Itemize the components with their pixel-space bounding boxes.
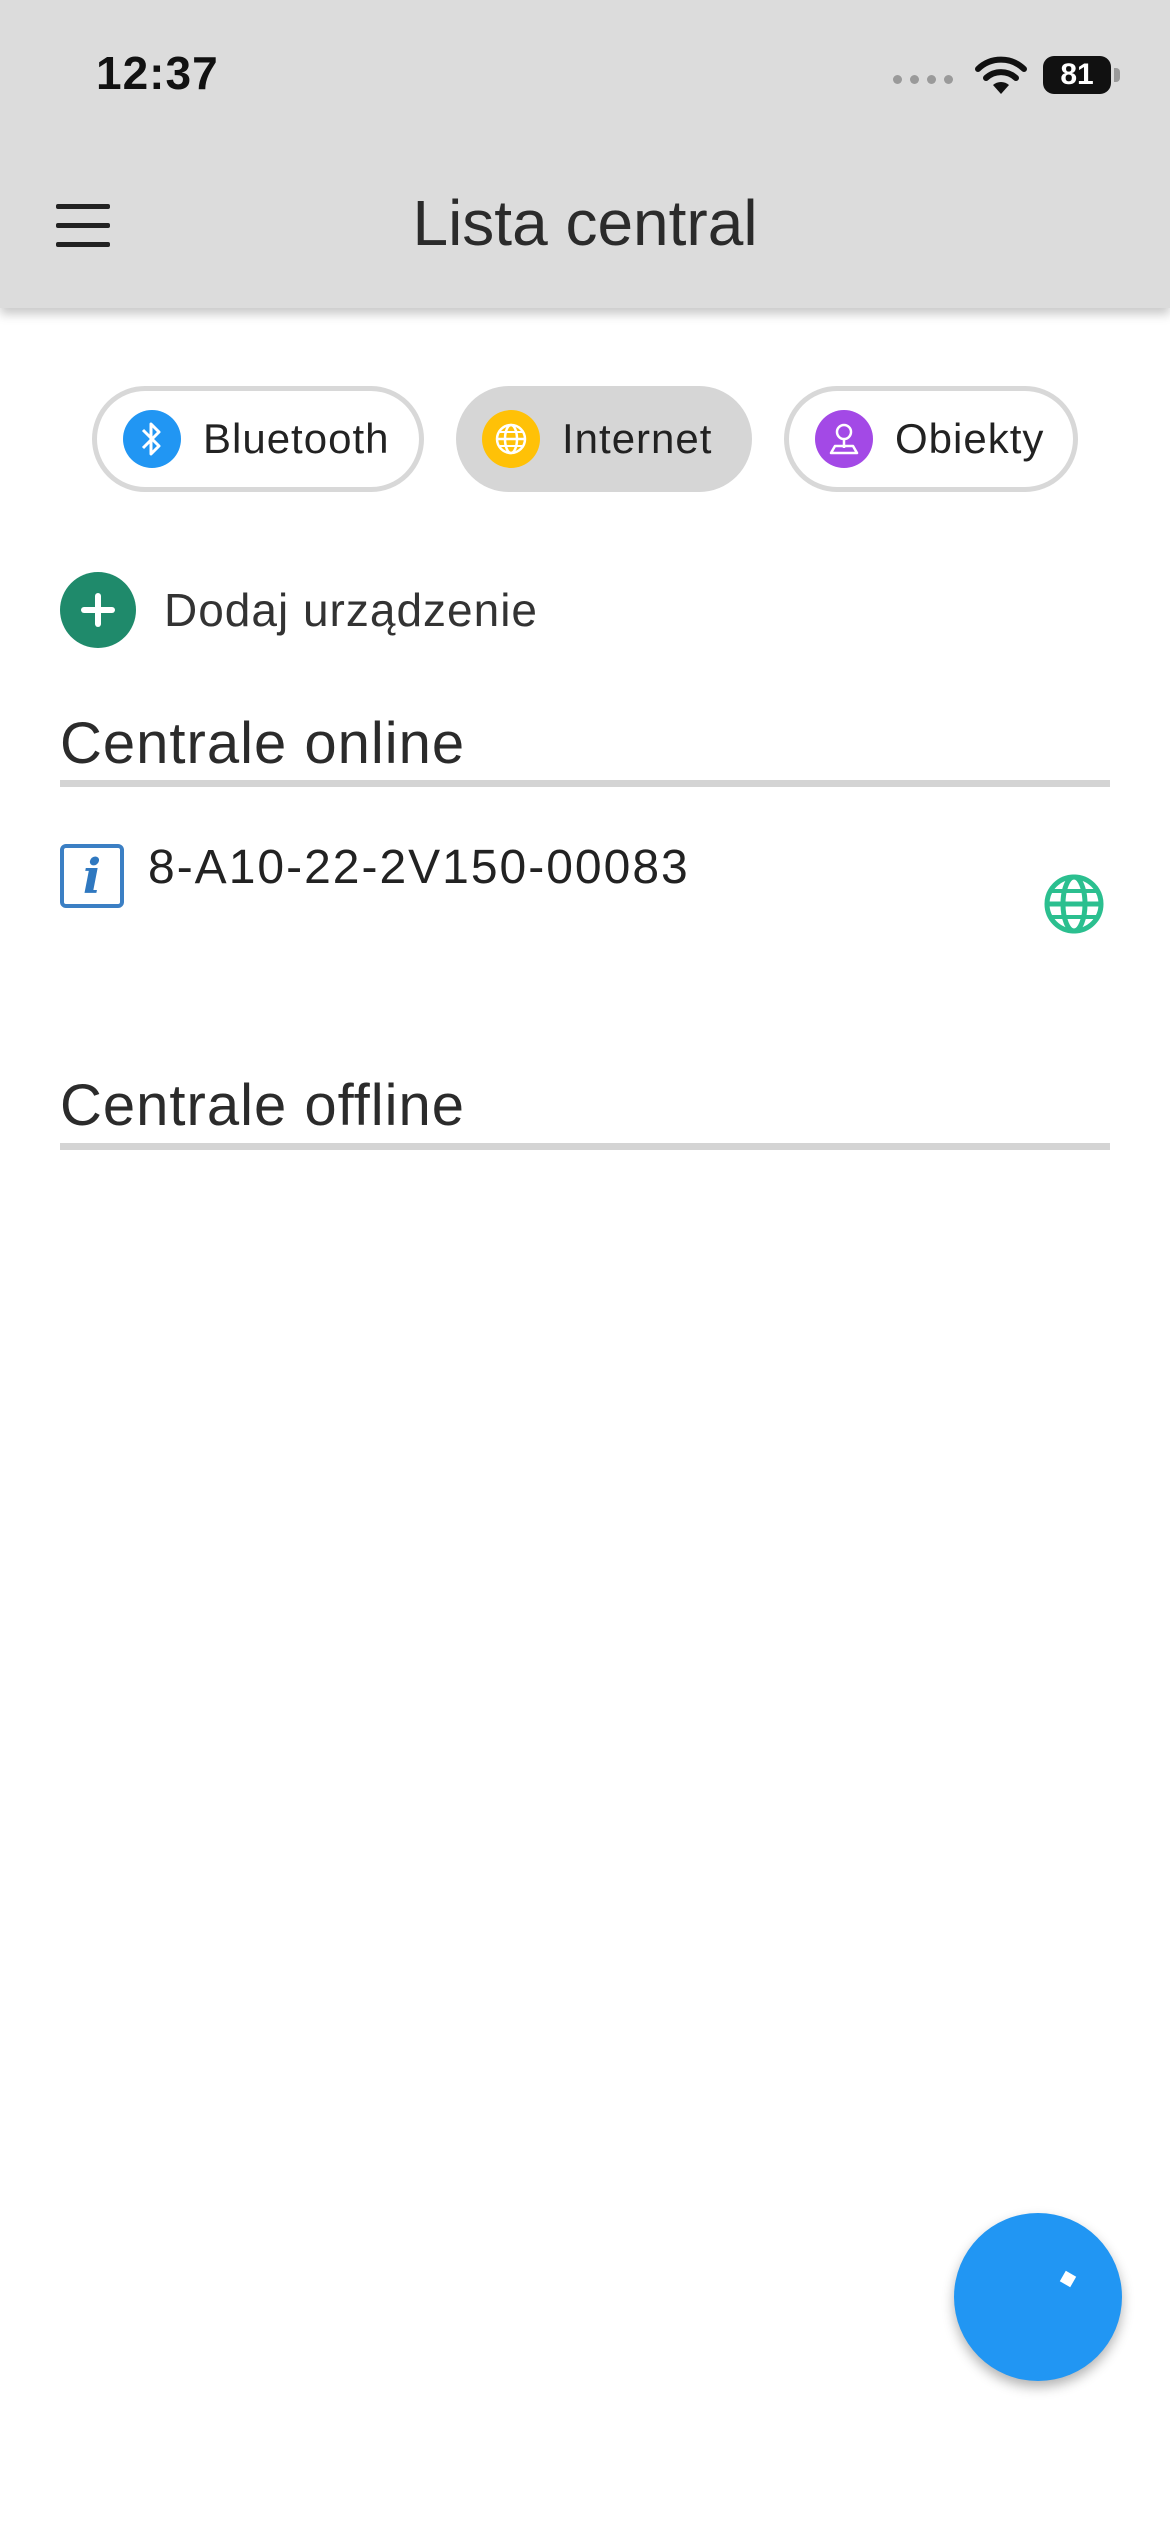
device-list-item[interactable]: i 8-A10-22-2V150-00083 xyxy=(60,840,1110,950)
chip-obiekty[interactable]: Obiekty xyxy=(784,386,1078,492)
location-pin-icon xyxy=(815,410,873,468)
battery-nub xyxy=(1114,68,1120,82)
chip-label: Internet xyxy=(562,415,713,462)
divider xyxy=(60,780,1110,787)
globe-icon xyxy=(482,410,540,468)
chip-internet[interactable]: Internet xyxy=(456,386,752,492)
divider xyxy=(60,1143,1110,1150)
section-title-offline: Centrale offline xyxy=(60,1073,466,1138)
bluetooth-icon xyxy=(123,410,181,468)
status-time: 12:37 xyxy=(96,47,219,99)
info-icon[interactable]: i xyxy=(60,844,124,908)
add-device-button[interactable]: Dodaj urządzenie xyxy=(60,572,538,648)
cellular-signal-icon xyxy=(893,74,953,84)
battery-icon: 81 xyxy=(1043,56,1111,94)
status-indicators: 81 xyxy=(893,52,1120,98)
wifi-icon xyxy=(975,56,1027,94)
add-device-label: Dodaj urządzenie xyxy=(164,584,539,636)
chip-label: Bluetooth xyxy=(203,415,390,462)
chip-bluetooth[interactable]: Bluetooth xyxy=(92,386,424,492)
loading-icon xyxy=(1059,2270,1077,2288)
device-name: 8-A10-22-2V150-00083 xyxy=(148,841,690,894)
refresh-fab-button[interactable] xyxy=(954,2213,1122,2381)
page-title: Lista central xyxy=(412,187,758,259)
globe-icon xyxy=(1044,874,1104,934)
plus-icon xyxy=(60,572,136,648)
chip-label: Obiekty xyxy=(895,415,1045,462)
section-title-online: Centrale online xyxy=(60,711,466,776)
app-header: 12:37 81 Lista central xyxy=(0,0,1170,308)
